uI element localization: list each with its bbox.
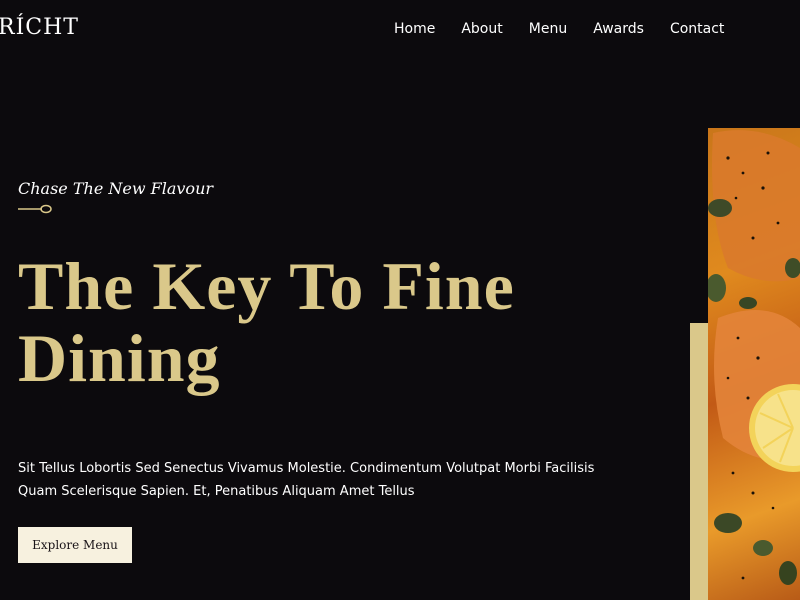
nav-item-menu[interactable]: Menu	[529, 20, 567, 38]
nav-item-home[interactable]: Home	[394, 20, 435, 38]
explore-menu-button[interactable]: Explore Menu	[18, 527, 132, 563]
salmon-dish-illustration	[708, 130, 800, 585]
nav-item-about[interactable]: About	[461, 20, 502, 38]
brand-logo[interactable]: RÍCHT	[0, 15, 79, 40]
hero-description: Sit Tellus Lobortis Sed Senectus Vivamus…	[18, 461, 595, 499]
spoon-icon	[18, 204, 52, 214]
hero-headline: The Key To Fine Dining	[18, 248, 515, 396]
nav-item-awards[interactable]: Awards	[593, 20, 644, 38]
main-nav: Home About Menu Awards Contact	[394, 20, 750, 38]
hero-food-image	[708, 128, 800, 600]
decorative-gold-bar	[690, 323, 708, 600]
nav-item-contact[interactable]: Contact	[670, 20, 724, 38]
hero-tagline: Chase The New Flavour	[18, 179, 214, 198]
